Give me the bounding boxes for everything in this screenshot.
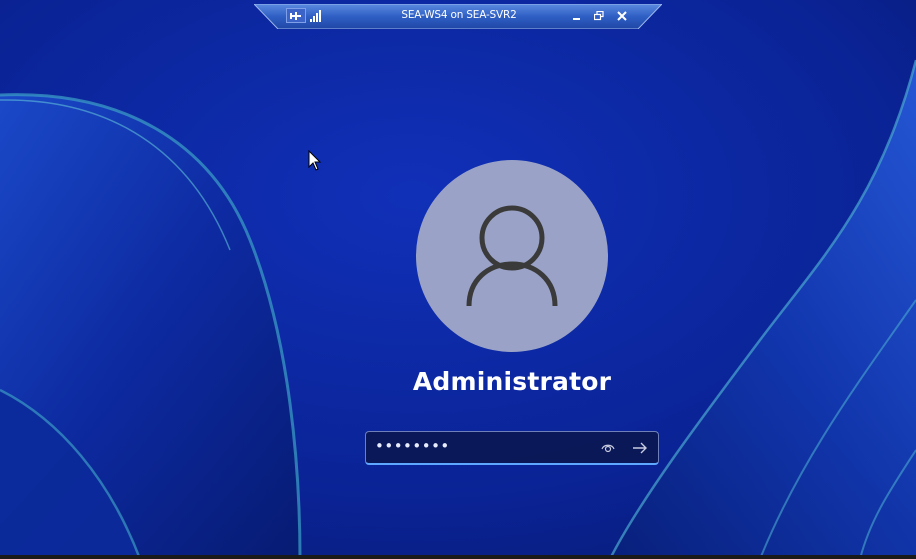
remote-connection-bar: SEA-WS4 on SEA-SVR2 <box>254 4 662 29</box>
password-value[interactable]: •••••••• <box>375 437 450 455</box>
connection-title: SEA-WS4 on SEA-SVR2 <box>401 9 517 21</box>
minimize-icon <box>573 18 580 20</box>
restore-button[interactable] <box>592 8 606 24</box>
password-field[interactable]: •••••••• <box>365 431 659 465</box>
close-button[interactable] <box>615 8 629 24</box>
user-icon <box>466 205 558 307</box>
reveal-password-button[interactable] <box>598 439 618 457</box>
submit-button[interactable] <box>628 438 652 458</box>
pin-button[interactable] <box>286 8 306 23</box>
lock-screen: SEA-WS4 on SEA-SVR2 Administrator ••••••… <box>0 0 916 559</box>
close-icon <box>617 11 627 21</box>
restore-icon <box>594 11 604 21</box>
arrow-right-icon <box>633 442 647 454</box>
eye-icon <box>601 444 615 453</box>
signal-strength-icon[interactable] <box>309 8 323 24</box>
user-avatar[interactable] <box>416 160 608 352</box>
username-label: Administrator <box>412 367 612 396</box>
screen-bottom-edge <box>0 555 916 559</box>
pin-icon <box>290 11 301 20</box>
mouse-cursor-icon <box>308 150 322 171</box>
minimize-button[interactable] <box>570 8 584 24</box>
